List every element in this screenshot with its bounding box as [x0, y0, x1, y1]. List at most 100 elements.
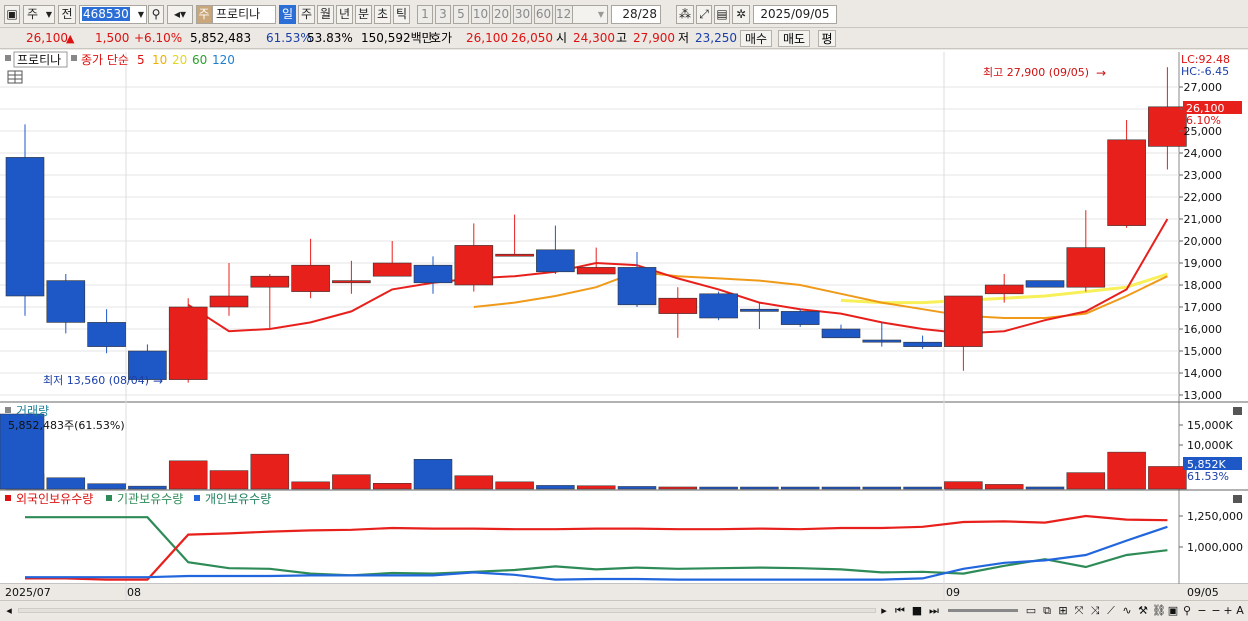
candle-body — [658, 297, 698, 314]
search-icon[interactable]: ⚲ — [148, 5, 164, 24]
y-tick-label: 21,000 — [1184, 213, 1223, 226]
stop-icon[interactable]: ■ — [910, 604, 924, 619]
period-tab-0[interactable]: 일 — [279, 5, 296, 24]
volume-bar — [984, 484, 1024, 490]
interval-button-1[interactable]: 1 — [417, 5, 433, 24]
copy-icon[interactable]: ⧉ — [1040, 604, 1054, 619]
volume-bar — [454, 475, 494, 490]
chart-area: 13,000 14,000 15,000 16,000 17,000 18,000 19,0… — [0, 50, 1248, 600]
tool-icon[interactable]: ⚒ — [1136, 604, 1150, 619]
speaker-icon[interactable]: ◂▾ — [167, 5, 193, 24]
stock-name-field[interactable]: 프로티나 — [212, 5, 276, 24]
grid-toggle-icon[interactable]: ⊞ — [1056, 604, 1070, 619]
candle-body — [250, 275, 290, 288]
eval-button[interactable]: 평 — [818, 30, 836, 47]
interval-dropdown[interactable]: ▼ — [572, 5, 608, 24]
zoom-icon[interactable]: ⚲ — [1180, 604, 1194, 619]
foreign-legend-marker — [5, 495, 11, 501]
zoom-out-icon[interactable]: − — [1196, 604, 1208, 619]
layout-icon[interactable]: ▭ — [1024, 604, 1038, 619]
volume-bar — [209, 470, 249, 490]
bottom-bar: ◂ ▸ ⏮ ■ ⏭ ▭ ⧉ ⊞ ⤧ ⤨ ⟋ ∿ ⚒ ⛓ ▣ ⚲ − − + A — [0, 600, 1248, 621]
volume-bar — [1066, 472, 1106, 490]
prev-button[interactable]: 전 — [58, 5, 76, 24]
wave-icon[interactable]: ∿ — [1120, 604, 1134, 619]
volume-pane-handle-icon[interactable] — [5, 407, 11, 413]
period-tab-6[interactable]: 틱 — [393, 5, 410, 24]
volume-bar — [699, 486, 738, 490]
volume-pane-close-icon[interactable] — [1233, 407, 1242, 415]
font-size-icon[interactable]: A — [1234, 604, 1246, 619]
y-tick-label: 24,000 — [1184, 147, 1223, 160]
save-icon[interactable]: ▤ — [714, 5, 730, 24]
volume-bar — [291, 481, 330, 490]
interval-button-20[interactable]: 20 — [492, 5, 511, 24]
candle-body — [780, 311, 820, 325]
y-tick-label: 18,000 — [1184, 279, 1223, 292]
institution-legend: 기관보유수량 — [117, 492, 183, 506]
candle-body — [495, 253, 534, 257]
image-icon[interactable]: ▣ — [1166, 604, 1180, 619]
scroll-right-icon[interactable]: ▸ — [878, 604, 890, 619]
trend-icon[interactable]: ⟋ — [1104, 604, 1118, 619]
sync-icon[interactable]: ⁂ — [676, 5, 694, 24]
sell-button[interactable]: 매도 — [778, 30, 810, 47]
volume-value-label: 5,852,483주(61.53%) — [8, 419, 125, 432]
open-label: 시 — [556, 31, 568, 45]
interval-button-5[interactable]: 5 — [453, 5, 469, 24]
compare-icon[interactable]: ⤨ — [1088, 604, 1102, 619]
zoom-in-icon[interactable]: − — [1210, 604, 1222, 619]
y-tick-label: 14,000 — [1184, 367, 1223, 380]
individual-legend-marker — [194, 495, 200, 501]
add-icon[interactable]: + — [1222, 604, 1234, 619]
period-tab-3[interactable]: 년 — [336, 5, 353, 24]
forward-icon[interactable]: ⏭ — [927, 604, 941, 619]
price-change-pct: +6.10% — [134, 31, 183, 45]
gear-icon[interactable]: ✲ — [732, 5, 750, 24]
chevron-down-icon: ▼ — [137, 10, 144, 19]
volume-tick-label: 15,000K — [1187, 419, 1233, 432]
candle-body — [536, 249, 575, 273]
chart-menu-icon[interactable]: ▣ — [4, 5, 20, 24]
link-icon[interactable]: ⛓ — [1152, 604, 1166, 619]
interval-button-3[interactable]: 3 — [435, 5, 451, 24]
draw-tool-icon[interactable]: ⤢ — [696, 5, 712, 24]
candle-body — [46, 280, 86, 323]
interval-button-10[interactable]: 10 — [471, 5, 490, 24]
candle-body — [372, 262, 412, 277]
info-bar: 26,100 ▲ 1,500 +6.10% 5,852,483 61.53% 5… — [0, 28, 1248, 49]
date-input[interactable]: 2025/09/05 — [753, 5, 837, 24]
zoom-slider[interactable] — [948, 609, 1018, 612]
pane-handle-icon[interactable] — [5, 55, 11, 61]
period-tab-1[interactable]: 주 — [298, 5, 315, 24]
volume-bar — [903, 486, 942, 490]
buy-button[interactable]: 매수 — [740, 30, 772, 47]
high-price: 27,900 — [633, 31, 675, 45]
y-tick-label: 27,000 — [1184, 81, 1223, 94]
volume-bar — [536, 485, 575, 490]
code-input[interactable]: 468530 ▼ — [79, 5, 147, 24]
price-pane-stock-name: 프로티나 — [17, 53, 61, 67]
low-label: 저 — [678, 31, 690, 45]
volume-pct: 61.53% — [266, 31, 312, 45]
period-tab-2[interactable]: 월 — [317, 5, 334, 24]
interval-button-60[interactable]: 60 — [534, 5, 553, 24]
period-tab-5[interactable]: 초 — [374, 5, 391, 24]
chevron-down-icon: ▼ — [45, 10, 52, 19]
volume-bar — [495, 481, 534, 490]
volume-bar — [658, 486, 698, 490]
hoga-bid: 26,050 — [511, 31, 553, 45]
hoga-label: 호가 — [430, 31, 453, 45]
rewind-icon[interactable]: ⏮ — [893, 604, 907, 619]
low-annotation: 최저 13,560 (08/04) — [43, 374, 149, 387]
horizontal-scrollbar[interactable] — [18, 608, 876, 613]
candle-body — [1148, 106, 1187, 147]
period-select[interactable]: 주 ▼ — [23, 5, 55, 24]
scroll-left-icon[interactable]: ◂ — [4, 604, 14, 619]
interval-button-30[interactable]: 30 — [513, 5, 532, 24]
period-tab-4[interactable]: 분 — [355, 5, 372, 24]
candles — [5, 67, 1187, 383]
current-pct-tag: 6.10% — [1186, 114, 1221, 127]
holdings-pane-close-icon[interactable] — [1233, 495, 1242, 503]
indicator-icon[interactable]: ⤧ — [1072, 604, 1086, 619]
